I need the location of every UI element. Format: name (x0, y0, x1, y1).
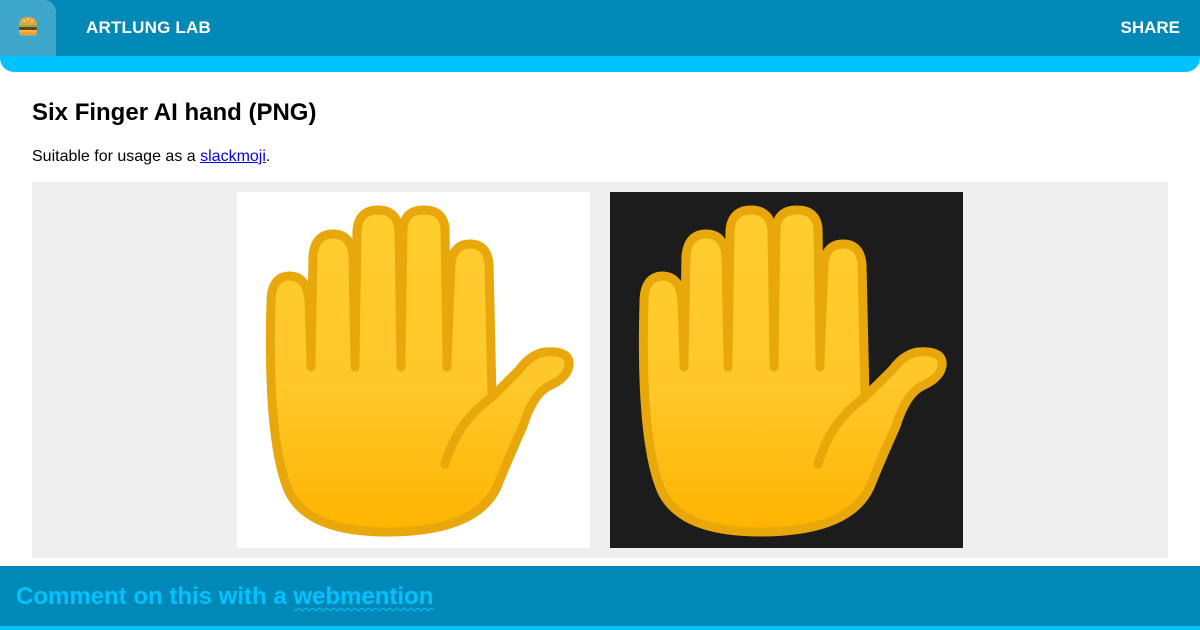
six-finger-hand-icon (638, 205, 947, 537)
webmention-prefix: Comment on this with a (16, 583, 294, 610)
webmention-link[interactable]: webmention (293, 583, 433, 610)
six-finger-hand-icon (265, 205, 574, 537)
intro-suffix: . (265, 148, 271, 165)
hand-image-light (237, 192, 590, 548)
intro-text: Suitable for usage as a slackmoji. (32, 148, 270, 166)
intro-prefix: Suitable for usage as a (32, 148, 201, 165)
page-title: Six Finger AI hand (PNG) (32, 99, 317, 126)
home-logo-button[interactable] (0, 0, 56, 56)
site-header: ARTLUNG LAB SHARE (0, 0, 1200, 56)
comment-footer: Comment on this with a webmention (0, 566, 1200, 630)
slackmoji-link[interactable]: slackmoji (200, 148, 266, 165)
site-name-link[interactable]: ARTLUNG LAB (86, 18, 211, 38)
image-gallery (32, 182, 1168, 558)
burger-icon (17, 15, 39, 42)
webmention-prompt: Comment on this with a webmention (16, 583, 433, 611)
hand-image-dark (610, 192, 963, 548)
share-link[interactable]: SHARE (1120, 18, 1180, 38)
header-accent-bar: ARTLUNG LAB SHARE (0, 0, 1200, 72)
